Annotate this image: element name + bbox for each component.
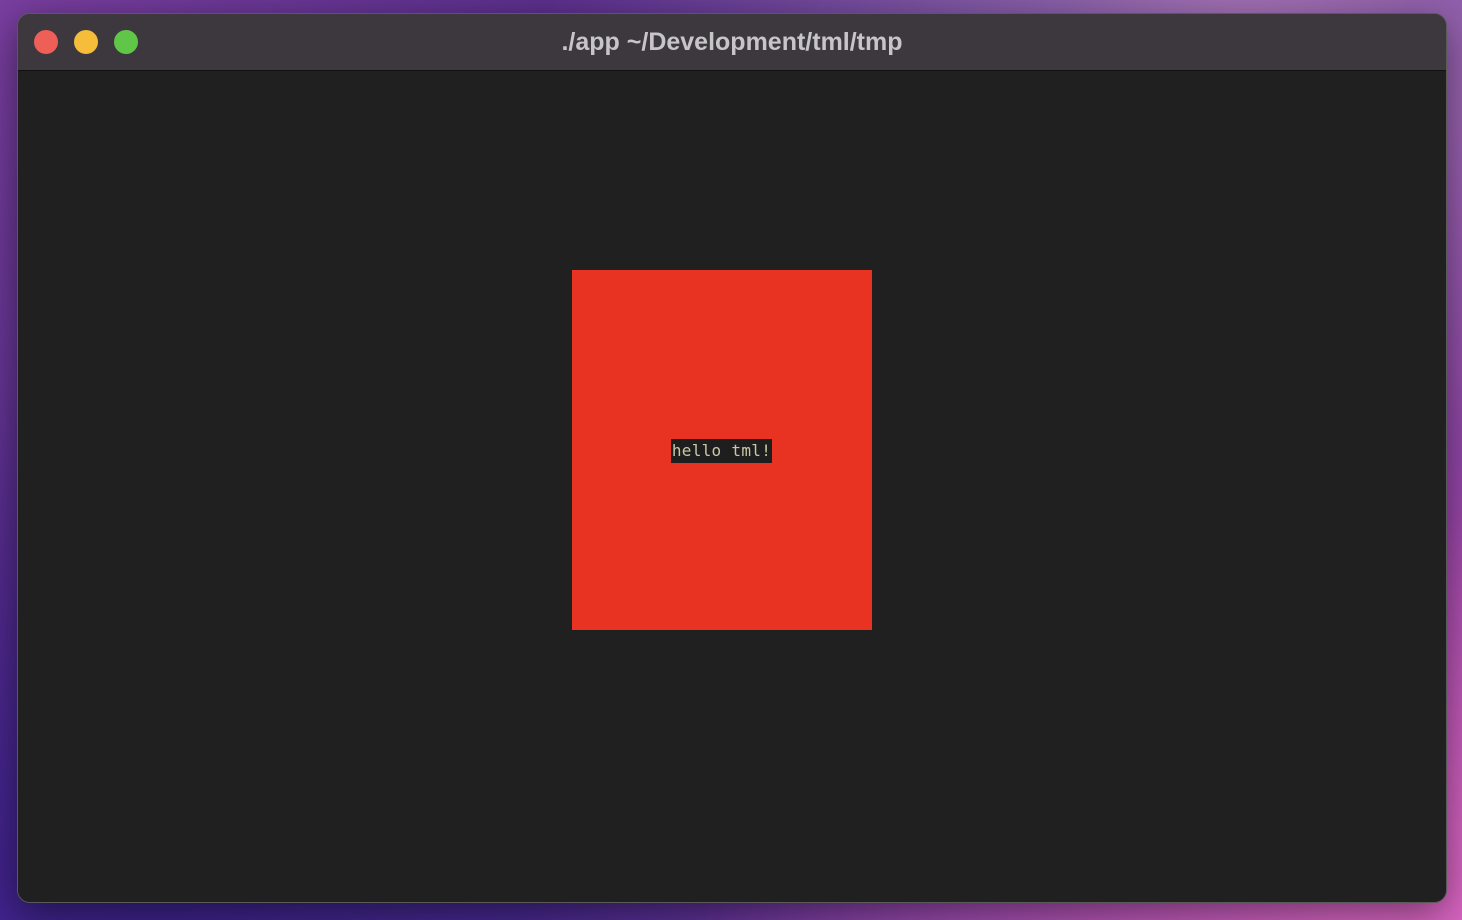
red-box: hello tml!: [572, 270, 872, 630]
terminal-window: ./app ~/Development/tml/tmp hello tml!: [18, 14, 1446, 902]
window-title: ./app ~/Development/tml/tmp: [561, 28, 903, 56]
title-bar[interactable]: ./app ~/Development/tml/tmp: [18, 14, 1446, 71]
hello-text: hello tml!: [671, 439, 772, 463]
terminal-content[interactable]: hello tml!: [18, 71, 1446, 902]
